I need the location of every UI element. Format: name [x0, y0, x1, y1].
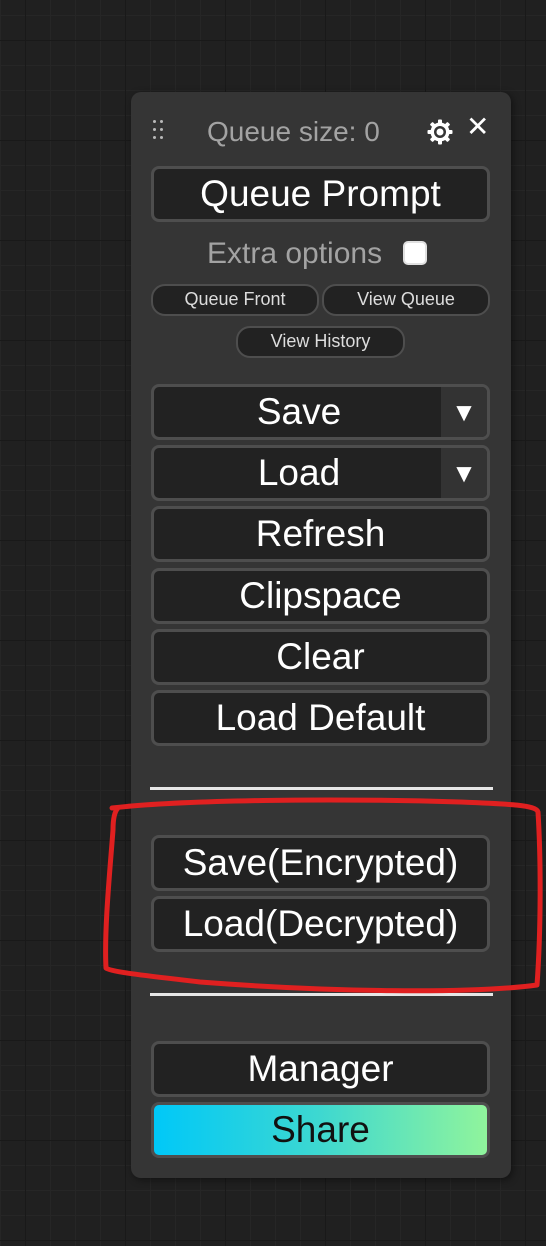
queue-prompt-button[interactable]: Queue Prompt	[151, 166, 490, 222]
save-button-label[interactable]: Save	[154, 387, 444, 437]
load-button[interactable]: Load ▼	[151, 445, 490, 501]
view-history-button[interactable]: View History	[236, 326, 405, 358]
divider	[150, 787, 493, 790]
manager-button[interactable]: Manager	[151, 1041, 490, 1097]
load-button-label[interactable]: Load	[154, 448, 444, 498]
chevron-down-icon[interactable]: ▼	[441, 387, 487, 437]
menu-panel: Queue size: 0 ✕ Queue Prompt Extra optio…	[131, 92, 511, 1178]
extra-options-checkbox[interactable]	[403, 241, 427, 265]
close-icon[interactable]: ✕	[466, 110, 489, 144]
extra-options-label: Extra options	[207, 237, 383, 270]
clipspace-button[interactable]: Clipspace	[151, 568, 490, 624]
save-button[interactable]: Save ▼	[151, 384, 490, 440]
load-decrypted-button[interactable]: Load(Decrypted)	[151, 896, 490, 952]
clear-button[interactable]: Clear	[151, 629, 490, 685]
gear-icon[interactable]	[426, 118, 454, 146]
refresh-button[interactable]: Refresh	[151, 506, 490, 562]
divider	[150, 993, 493, 996]
queue-size-label: Queue size: 0	[207, 116, 380, 147]
queue-front-button[interactable]: Queue Front	[151, 284, 319, 316]
share-button[interactable]: Share	[151, 1102, 490, 1158]
chevron-down-icon[interactable]: ▼	[441, 448, 487, 498]
load-default-button[interactable]: Load Default	[151, 690, 490, 746]
view-queue-button[interactable]: View Queue	[322, 284, 490, 316]
save-encrypted-button[interactable]: Save(Encrypted)	[151, 835, 490, 891]
